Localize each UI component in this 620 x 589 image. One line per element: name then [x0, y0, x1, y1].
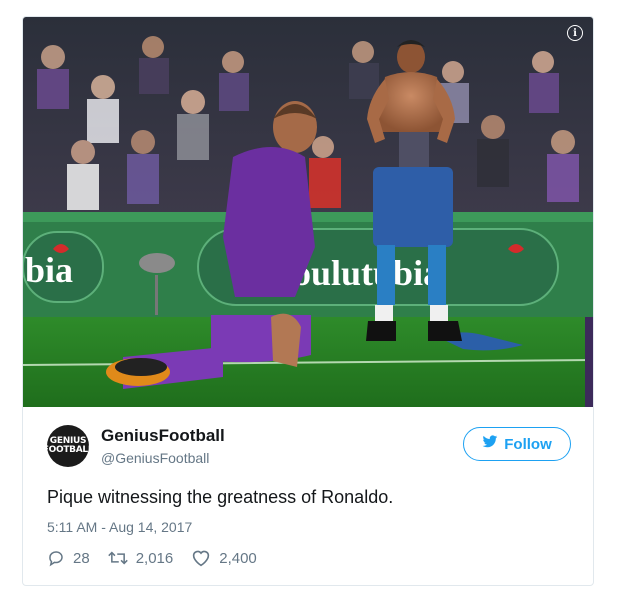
author-names: GeniusFootball @GeniusFootball	[101, 426, 225, 466]
display-name[interactable]: GeniusFootball	[101, 426, 225, 446]
heart-icon	[193, 550, 210, 567]
tweet-actions: 28 2,016 2,400	[47, 549, 275, 567]
photo-illustration: bia ioulutubia	[23, 17, 593, 407]
board-logo-left: bia	[25, 250, 73, 290]
retweet-action[interactable]: 2,016	[107, 549, 174, 567]
like-count: 2,400	[219, 549, 257, 567]
tweet-card: bia ioulutubia i GENIUS OOTBAL GeniusFoo…	[22, 16, 594, 586]
twitter-bird-icon	[482, 435, 498, 453]
retweet-icon	[107, 551, 128, 565]
follow-button[interactable]: Follow	[463, 427, 571, 461]
tweet-photo[interactable]: bia ioulutubia i	[23, 17, 593, 407]
tweet-timestamp[interactable]: 5:11 AM - Aug 14, 2017	[47, 519, 192, 535]
tweet-text: Pique witnessing the greatness of Ronald…	[47, 487, 394, 507]
like-action[interactable]: 2,400	[191, 549, 257, 567]
follow-label: Follow	[504, 435, 552, 453]
avatar-logo: GENIUSFOOTBALL	[47, 436, 89, 455]
reply-action[interactable]: 28	[47, 549, 90, 567]
info-icon[interactable]: i	[567, 25, 583, 41]
tweet-author[interactable]: GENIUSFOOTBALL GeniusFootball @GeniusFoo…	[47, 425, 225, 467]
avatar[interactable]: GENIUSFOOTBALL	[47, 425, 89, 467]
user-handle[interactable]: @GeniusFootball	[101, 450, 225, 466]
reply-count: 28	[73, 549, 90, 567]
reply-icon	[49, 551, 63, 567]
retweet-count: 2,016	[135, 549, 174, 567]
